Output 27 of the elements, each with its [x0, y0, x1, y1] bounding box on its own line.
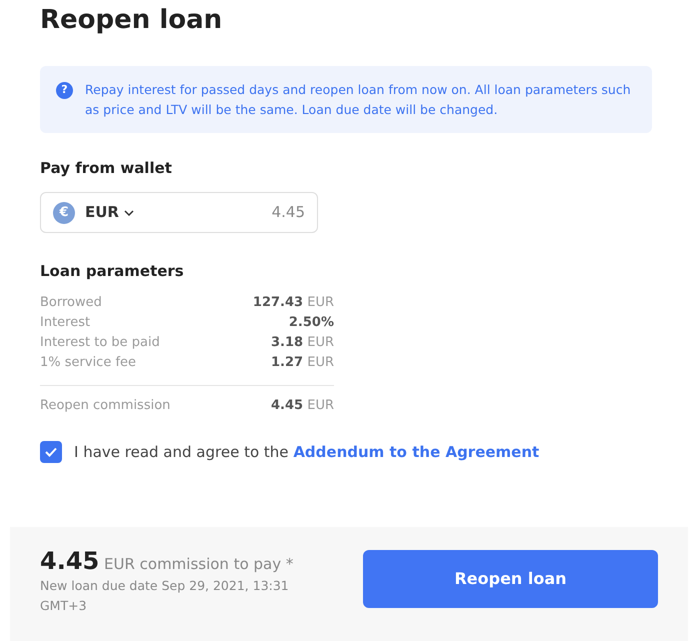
parameter-value: 2.50%: [288, 314, 334, 332]
parameter-value: 4.45 EUR: [271, 397, 334, 415]
parameter-label: Reopen commission: [40, 397, 170, 415]
help-icon: ?: [56, 82, 73, 99]
info-text: Repay interest for passed days and reopen loan from now on. All loan parameters such as price and LTV will be the same. Loan due date will be changed.: [85, 81, 632, 119]
page-title: Reopen loan: [40, 4, 222, 37]
reopen-loan-button[interactable]: Reopen loan: [363, 550, 658, 608]
due-date-text: New loan due date Sep 29, 2021, 13:31 GMT+3: [40, 576, 290, 614]
parameter-value: 3.18 EUR: [271, 334, 334, 352]
euro-icon: €: [53, 202, 75, 224]
parameter-label: 1% service fee: [40, 354, 136, 372]
section-heading: Pay from wallet: [40, 158, 172, 178]
commission-total: 4.45 EUR commission to pay *: [40, 548, 294, 576]
agreement-checkbox[interactable]: [40, 441, 62, 464]
agreement-text: I have read and agree to the Addendum to the Agreement: [74, 442, 540, 463]
parameter-label: Borrowed: [40, 294, 102, 312]
parameter-label: Interest: [40, 314, 90, 332]
parameter-value: 1.27 EUR: [271, 354, 334, 372]
parameter-label: Interest to be paid: [40, 334, 160, 352]
wallet-amount-field[interactable]: € EUR 4.45: [40, 192, 318, 233]
currency-label: EUR: [85, 202, 119, 224]
section-heading: Loan parameters: [40, 261, 184, 281]
addendum-link[interactable]: Addendum to the Agreement: [293, 443, 540, 461]
amount-value: 4.45: [272, 202, 305, 224]
chevron-down-icon: [124, 210, 134, 216]
parameter-value: 127.43 EUR: [252, 294, 334, 312]
checkmark-icon: [45, 447, 57, 458]
